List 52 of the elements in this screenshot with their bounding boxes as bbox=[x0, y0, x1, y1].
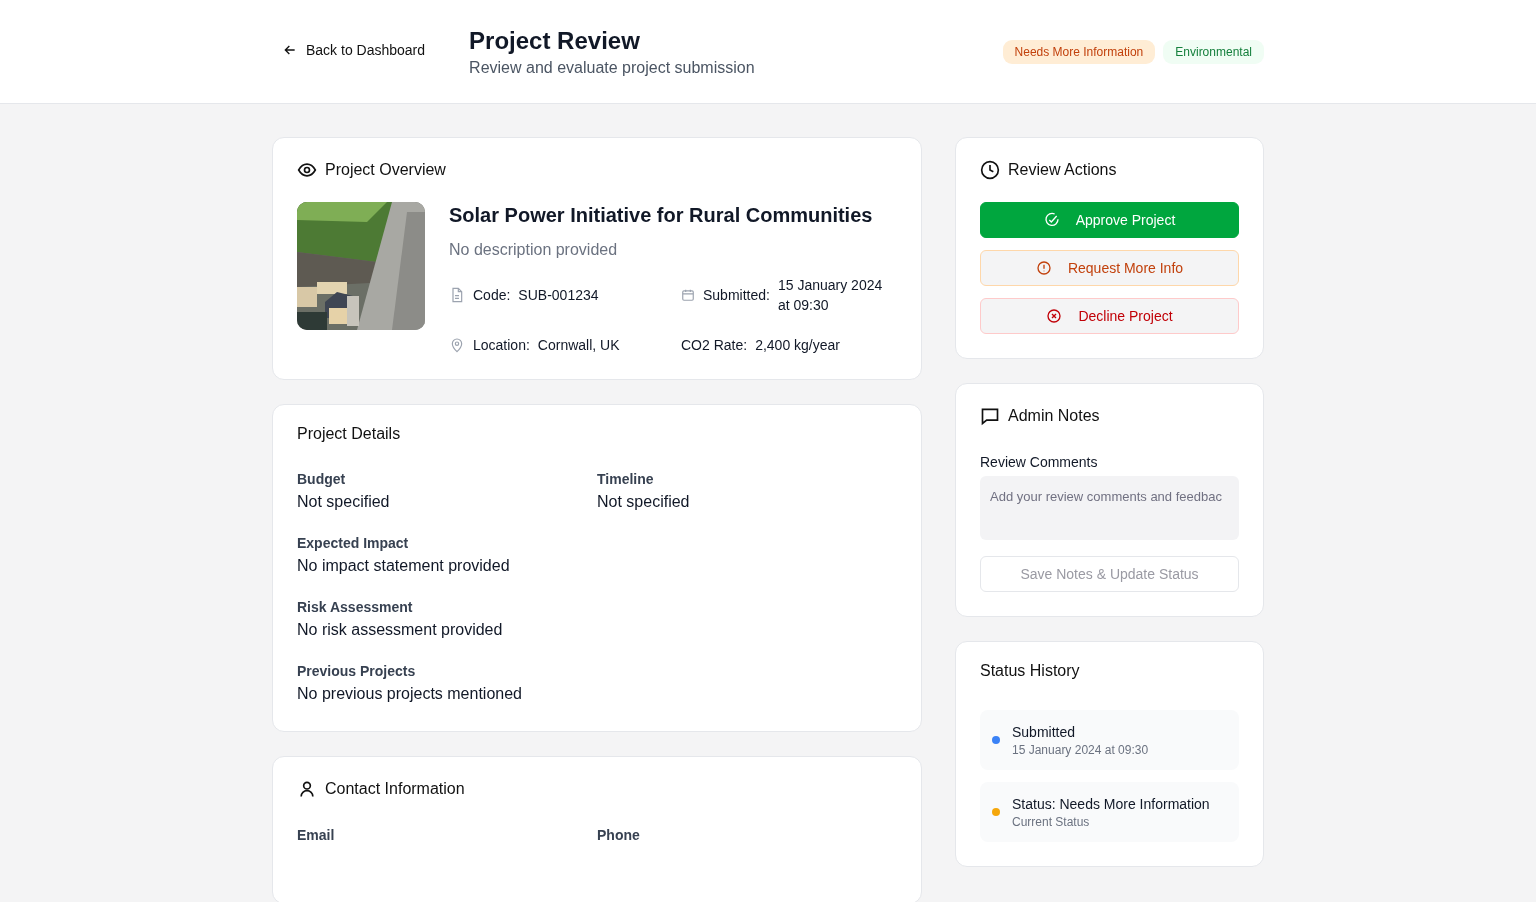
card-heading: Review Actions bbox=[1008, 161, 1117, 179]
calendar-icon bbox=[681, 288, 695, 302]
field-label: Review Comments bbox=[980, 454, 1099, 470]
entry-subtitle: 15 January 2024 at 09:30 bbox=[1012, 742, 1149, 757]
field-value: Not specified bbox=[297, 493, 391, 511]
field-label: Phone bbox=[597, 827, 641, 843]
document-icon bbox=[449, 287, 465, 303]
field-label: Previous Projects bbox=[297, 663, 417, 679]
eye-icon bbox=[297, 160, 317, 180]
entry-title: Status: Needs More Information bbox=[1012, 795, 1210, 812]
field-label: Risk Assessment bbox=[297, 599, 414, 615]
approve-button[interactable]: Approve Project bbox=[980, 202, 1239, 238]
entry-subtitle: Current Status bbox=[1012, 814, 1091, 829]
back-link[interactable]: Back to Dashboard bbox=[282, 41, 426, 58]
page-subtitle: Review and evaluate project submission bbox=[469, 58, 755, 77]
alert-circle-icon bbox=[1035, 260, 1052, 276]
comment-icon bbox=[980, 406, 1000, 426]
x-circle-icon bbox=[1046, 308, 1063, 324]
category-badge: Environmental bbox=[1163, 39, 1264, 64]
status-badge: Needs More Information bbox=[1002, 39, 1156, 64]
field-value: No risk assessment provided bbox=[297, 621, 504, 639]
project-description: No description provided bbox=[449, 241, 619, 259]
field-label: Budget bbox=[297, 471, 347, 487]
clock-icon bbox=[980, 160, 1000, 180]
field-label: Email bbox=[297, 827, 336, 843]
entry-title: Submitted bbox=[1012, 723, 1077, 740]
page-title: Project Review bbox=[469, 26, 641, 55]
card-heading: Admin Notes bbox=[1008, 407, 1100, 425]
meta-label: Code: bbox=[473, 287, 511, 303]
meta-value: Cornwall, UK bbox=[537, 336, 620, 355]
comments-field[interactable]: Add your review comments and feedbac bbox=[980, 476, 1239, 540]
card-heading: Project Overview bbox=[325, 161, 446, 179]
card-heading: Project Details bbox=[297, 425, 401, 443]
field-label: Expected Impact bbox=[297, 535, 410, 551]
meta-label: Submitted: bbox=[703, 287, 770, 303]
user-icon bbox=[297, 779, 317, 799]
field-value: Not specified bbox=[597, 493, 691, 511]
card-heading: Status History bbox=[980, 662, 1080, 680]
field-value: No impact statement provided bbox=[297, 557, 511, 575]
request-info-button[interactable]: Request More Info bbox=[980, 250, 1239, 286]
location-pin-icon bbox=[449, 337, 465, 353]
meta-value: SUB-001234 bbox=[518, 286, 599, 305]
field-value: No previous projects mentioned bbox=[297, 685, 523, 703]
check-circle-icon bbox=[1043, 212, 1060, 228]
project-title: Solar Power Initiative for Rural Communities bbox=[449, 204, 874, 227]
field-label: Timeline bbox=[597, 471, 655, 487]
card-heading: Contact Information bbox=[325, 780, 465, 798]
decline-button[interactable]: Decline Project bbox=[980, 298, 1239, 334]
meta-value: 15 January 2024 at 09:30 bbox=[777, 276, 884, 315]
meta-value: 2,400 kg/year bbox=[755, 336, 840, 355]
meta-label: Location: bbox=[473, 337, 530, 353]
meta-label: CO2 Rate: bbox=[681, 337, 748, 353]
